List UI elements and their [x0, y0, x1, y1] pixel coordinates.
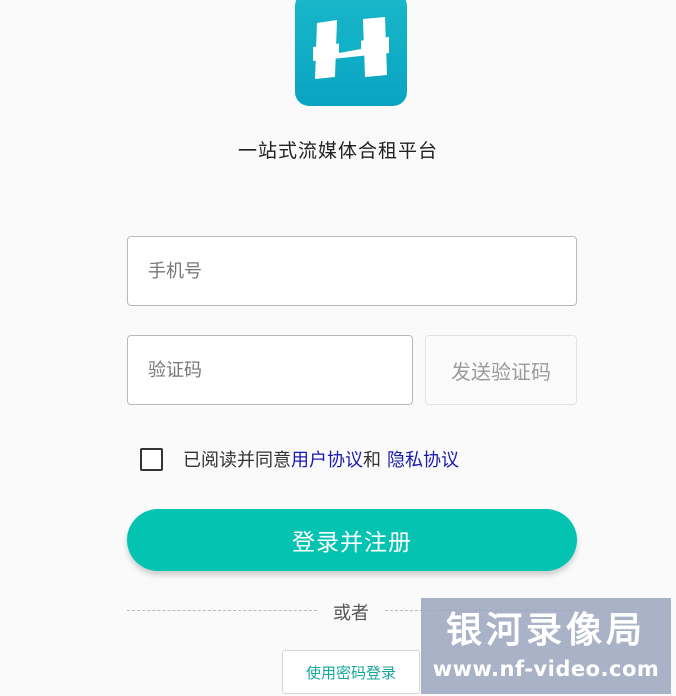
agreement-conjunction: 和	[363, 450, 381, 471]
divider-left	[127, 610, 317, 611]
h-logo-icon	[295, 0, 407, 106]
login-register-button[interactable]: 登录并注册	[127, 509, 577, 571]
code-field[interactable]	[127, 335, 413, 405]
watermark-title: 银河录像局	[445, 610, 646, 652]
divider-text: 或者	[333, 603, 369, 624]
agreement-checkbox[interactable]	[140, 447, 163, 471]
phone-input[interactable]	[148, 237, 576, 305]
login-page: 一站式流媒体合租平台 发送验证码 已阅读并同意 用户协议 和 隐私协议 登录并注…	[0, 0, 676, 696]
send-code-button[interactable]: 发送验证码	[425, 335, 577, 405]
privacy-policy-link[interactable]: 隐私协议	[387, 446, 459, 472]
user-agreement-link[interactable]: 用户协议	[291, 446, 363, 472]
agreement-row: 已阅读并同意 用户协议 和 隐私协议	[140, 446, 459, 472]
h-letter-icon	[313, 17, 389, 79]
verification-code-input[interactable]	[148, 336, 412, 404]
agreement-prefix: 已阅读并同意	[183, 450, 291, 471]
password-login-button[interactable]: 使用密码登录	[282, 650, 420, 694]
tagline: 一站式流媒体合租平台	[237, 140, 438, 162]
watermark: 银河录像局 www.nf-video.com	[421, 598, 671, 694]
watermark-url: www.nf-video.com	[432, 656, 660, 681]
phone-field[interactable]	[127, 236, 577, 306]
